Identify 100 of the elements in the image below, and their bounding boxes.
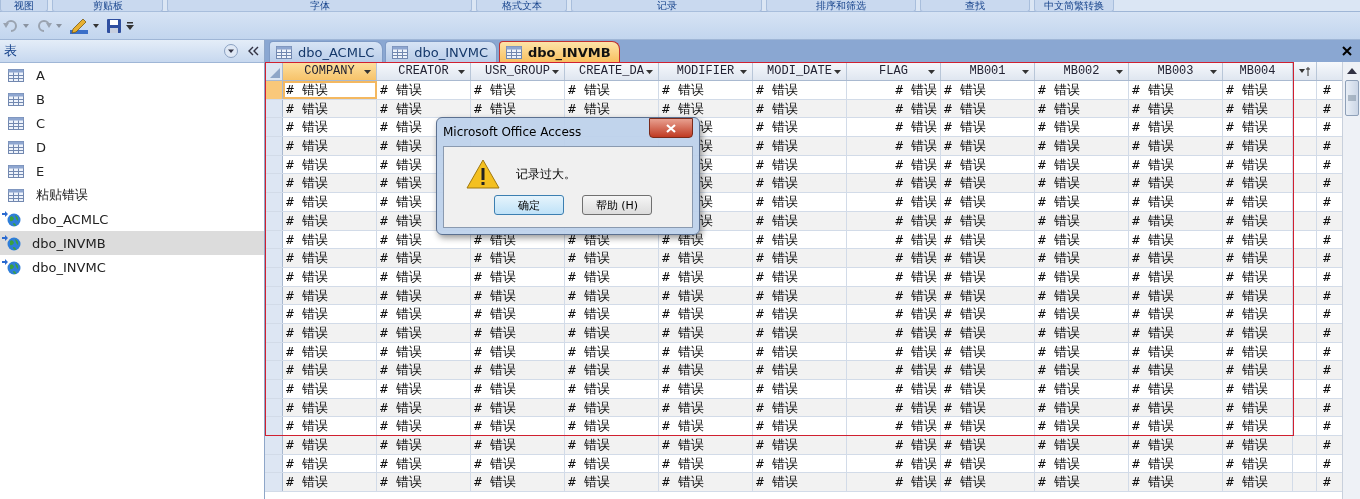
table-icon <box>392 45 409 59</box>
table-cell: # 错误 <box>756 343 798 359</box>
table-cell: # 错误 <box>895 250 937 266</box>
table-cell: # 错误 <box>1132 100 1174 116</box>
table-cell: 误 <box>700 118 713 136</box>
table-cell: # <box>1323 212 1331 228</box>
customize-icon[interactable] <box>126 20 134 31</box>
table-cell: # 错误 <box>474 455 516 471</box>
table-cell: # <box>1323 474 1331 490</box>
document-tab[interactable]: dbo_INVMB <box>498 41 620 62</box>
table-cell: # <box>1323 250 1331 266</box>
close-icon[interactable] <box>1342 46 1352 56</box>
nav-item[interactable]: C <box>0 111 264 135</box>
table-cell: # 错误 <box>286 287 328 303</box>
dropdown-caret-icon[interactable] <box>364 70 371 74</box>
warning-icon <box>466 159 500 189</box>
table-cell: # 错误 <box>1038 381 1080 396</box>
table-cell: # <box>1323 437 1331 453</box>
table-cell: # 错误 <box>1038 175 1080 191</box>
dropdown-icon[interactable] <box>224 44 238 58</box>
table-cell: # 错误 <box>286 306 328 322</box>
nav-item[interactable]: 粘贴错误 <box>0 183 264 207</box>
caret-icon[interactable] <box>93 23 99 28</box>
table-cell: # 错误 <box>1038 138 1080 154</box>
add-column-icon[interactable] <box>1298 66 1311 76</box>
table-icon <box>8 68 24 82</box>
nav-item[interactable]: A <box>0 63 264 87</box>
table-cell: # 错误 <box>1226 418 1268 434</box>
column-header[interactable]: MB002 <box>1035 62 1129 80</box>
collapse-icon[interactable] <box>246 45 260 57</box>
table-cell: # 错误 <box>1038 100 1080 116</box>
table-cell: # 错误 <box>1226 82 1268 97</box>
table-cell: # 错误 <box>286 82 328 97</box>
table-icon <box>8 164 24 178</box>
document-tab[interactable]: dbo_ACMLC <box>269 41 384 62</box>
nav-item[interactable]: dbo_INVMB <box>0 231 264 255</box>
column-header[interactable]: MB004 <box>1223 62 1293 80</box>
scrollbar[interactable] <box>1342 62 1360 499</box>
ribbon-group-label: 记录 <box>571 0 762 12</box>
table-cell: # 错误 <box>895 474 937 490</box>
dropdown-caret-icon[interactable] <box>834 70 841 74</box>
column-header[interactable]: MB001 <box>941 62 1035 80</box>
document-tab[interactable]: dbo_INVMC <box>385 41 497 62</box>
column-header[interactable]: MB003 <box>1129 62 1223 80</box>
table-cell: # 错误 <box>286 250 328 266</box>
table-cell: # 错误 <box>568 455 610 471</box>
nav-item[interactable]: D <box>0 135 264 159</box>
dialog-button[interactable]: 帮助 (H) <box>582 195 652 215</box>
scroll-thumb[interactable] <box>1344 80 1359 116</box>
table-cell: # 错误 <box>1132 156 1174 172</box>
nav-item[interactable]: B <box>0 87 264 111</box>
table-cell: # 错误 <box>474 362 516 378</box>
table-cell: # 错误 <box>380 418 422 434</box>
table-cell: # 错误 <box>1132 437 1174 453</box>
scroll-up-icon[interactable] <box>1346 68 1357 74</box>
table-cell: # 错误 <box>662 250 704 266</box>
dropdown-caret-icon[interactable] <box>1116 70 1123 74</box>
ribbon-group-label: 格式文本 <box>476 0 567 12</box>
dropdown-caret-icon[interactable] <box>458 70 465 74</box>
nav-item[interactable]: dbo_ACMLC <box>0 207 264 231</box>
column-header[interactable]: MODI_DATE <box>753 62 847 80</box>
dropdown-caret-icon[interactable] <box>740 70 747 74</box>
dropdown-caret-icon[interactable] <box>646 70 653 74</box>
table-cell: # 错误 <box>756 100 798 116</box>
table-icon <box>505 45 522 59</box>
dropdown-caret-icon[interactable] <box>1210 70 1217 74</box>
table-cell: # 错误 <box>286 100 328 116</box>
ribbon-group-label: 字体 <box>167 0 472 12</box>
table-cell: # 错误 <box>286 212 328 228</box>
table-cell: # 错误 <box>756 250 798 266</box>
table-cell: # 错误 <box>568 381 610 396</box>
table-cell: # <box>1323 268 1331 284</box>
table-cell: # 错误 <box>662 82 704 97</box>
column-header[interactable]: USR_GROUP <box>471 62 565 80</box>
nav-item[interactable]: E <box>0 159 264 183</box>
table-cell: # 错误 <box>756 194 798 210</box>
table-cell: # 错误 <box>944 437 986 453</box>
table-cell: # 错误 <box>1132 138 1174 154</box>
close-button[interactable] <box>649 118 693 138</box>
table-cell: # 错误 <box>568 268 610 284</box>
column-header[interactable]: CREATE_DA <box>565 62 659 80</box>
dropdown-caret-icon[interactable] <box>1022 70 1029 74</box>
nav-item[interactable]: dbo_INVMC <box>0 255 264 279</box>
table-cell: # <box>1323 194 1331 210</box>
table-cell: # 错误 <box>662 287 704 303</box>
column-header[interactable]: FLAG <box>847 62 941 80</box>
dialog-button[interactable]: 确定 <box>494 195 564 215</box>
table-cell: # 错误 <box>286 119 328 135</box>
table-cell: # 错误 <box>944 212 986 228</box>
column-header[interactable]: MODIFIER <box>659 62 753 80</box>
dropdown-caret-icon[interactable] <box>552 70 559 74</box>
table-cell: # <box>1323 418 1331 434</box>
table-cell: # 错误 <box>286 138 328 154</box>
ribbon-group-label: 查找 <box>920 0 1030 12</box>
table-cell: # 错误 <box>474 343 516 359</box>
table-cell: # 错误 <box>1038 194 1080 210</box>
column-header[interactable]: CREATOR <box>377 62 471 80</box>
dropdown-caret-icon[interactable] <box>928 70 935 74</box>
pencil-ruler-icon[interactable] <box>69 16 89 35</box>
save-icon[interactable] <box>106 17 122 34</box>
